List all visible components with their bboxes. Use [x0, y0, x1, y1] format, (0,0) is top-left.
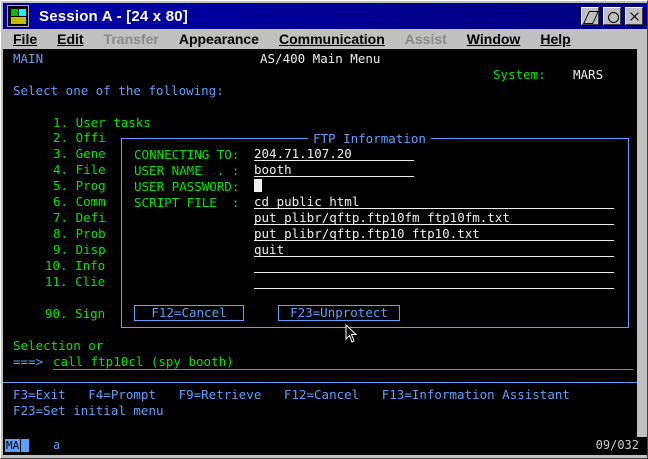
user-name-label: USER NAME . :	[134, 163, 240, 178]
script-file-label: SCRIPT FILE :	[134, 195, 240, 210]
command-arrow: ===>	[13, 354, 44, 369]
title-bar[interactable]: Session A - [24 x 80]	[3, 3, 647, 29]
ftp-information-dialog: FTP Information CONNECTING TO: 204.71.10…	[121, 131, 629, 328]
password-label: USER PASSWORD:	[134, 179, 240, 194]
menu-option[interactable]: 90. Sign	[45, 306, 105, 321]
menu-appearance[interactable]: Appearance	[169, 31, 269, 47]
menu-help[interactable]: Help	[530, 31, 580, 47]
function-keys-line-1[interactable]: F3=Exit F4=Prompt F9=Retrieve F12=Cancel…	[13, 387, 570, 402]
script-line-field[interactable]: cd public_html	[254, 195, 614, 209]
selection-label: Selection or	[13, 338, 104, 353]
menu-option[interactable]: 3. Gene	[53, 146, 106, 161]
connecting-label: CONNECTING TO:	[134, 147, 240, 162]
menu-id: MAIN	[13, 51, 44, 66]
command-input[interactable]: call ftp10cl (spy booth)	[53, 354, 633, 370]
menu-bar: File Edit Transfer Appearance Communicat…	[3, 29, 647, 49]
script-line-field[interactable]: quit	[254, 243, 614, 257]
ma-indicator: MA	[5, 439, 21, 452]
menu-option[interactable]: 6. Comm	[53, 194, 106, 209]
menu-transfer: Transfer	[103, 31, 159, 47]
menu-option[interactable]: 7. Defi	[53, 210, 106, 225]
menu-edit[interactable]: Edit	[47, 31, 93, 47]
menu-option[interactable]: 4. File	[53, 162, 106, 177]
vertical-scrollbar[interactable]	[637, 49, 647, 437]
select-prompt: Select one of the following:	[13, 83, 224, 98]
script-line-field[interactable]: put plibr/qftp.ftp10 ftp10.txt	[254, 227, 614, 241]
terminal-screen[interactable]: MAIN AS/400 Main Menu System: MARS Selec…	[3, 49, 637, 437]
menu-option[interactable]: 5. Prog	[53, 178, 106, 193]
maximize-button[interactable]	[603, 7, 621, 25]
script-line-field[interactable]	[254, 259, 614, 273]
cancel-button[interactable]: F12=Cancel	[134, 305, 244, 321]
menu-communication[interactable]: Communication	[269, 31, 395, 47]
system-name: MARS	[573, 67, 604, 82]
unprotect-button[interactable]: F23=Unprotect	[278, 305, 400, 321]
emulator-window: Session A - [24 x 80] File Edit Transfer…	[0, 0, 648, 459]
user-name-field[interactable]: booth	[254, 163, 414, 177]
status-bar: MA a 09/032	[3, 437, 647, 455]
menu-option[interactable]: 9. Disp	[53, 242, 106, 257]
menu-file[interactable]: File	[3, 31, 47, 47]
minimize-button[interactable]	[581, 7, 599, 25]
close-button[interactable]	[625, 7, 643, 25]
window-title: Session A - [24 x 80]	[39, 7, 188, 25]
menu-option[interactable]: 2. Offi	[53, 130, 106, 145]
cursor-position: 09/032	[595, 438, 639, 452]
function-keys-line-2[interactable]: F23=Set initial menu	[13, 403, 164, 418]
dialog-title: FTP Information	[308, 131, 431, 146]
status-indicator: a	[53, 438, 61, 452]
mouse-pointer-icon	[345, 324, 358, 343]
app-icon[interactable]	[7, 5, 29, 27]
password-field[interactable]	[254, 179, 264, 193]
script-line-field[interactable]: put plibr/qftp.ftp10fm ftp10fm.txt	[254, 211, 614, 225]
menu-option[interactable]: 1. User tasks	[53, 115, 151, 130]
text-cursor	[254, 179, 262, 192]
screen-heading: AS/400 Main Menu	[260, 51, 381, 66]
connecting-field[interactable]: 204.71.107.20	[254, 147, 414, 161]
system-label: System:	[493, 67, 546, 82]
menu-option[interactable]: 8. Prob	[53, 226, 106, 241]
script-line-field[interactable]	[254, 275, 614, 289]
menu-option[interactable]: 10. Info	[45, 258, 105, 273]
status-cursor	[21, 439, 29, 452]
fkey-divider	[3, 382, 637, 383]
menu-option[interactable]: 11. Clie	[45, 274, 105, 289]
menu-assist: Assist	[404, 31, 447, 47]
menu-window[interactable]: Window	[457, 31, 531, 47]
